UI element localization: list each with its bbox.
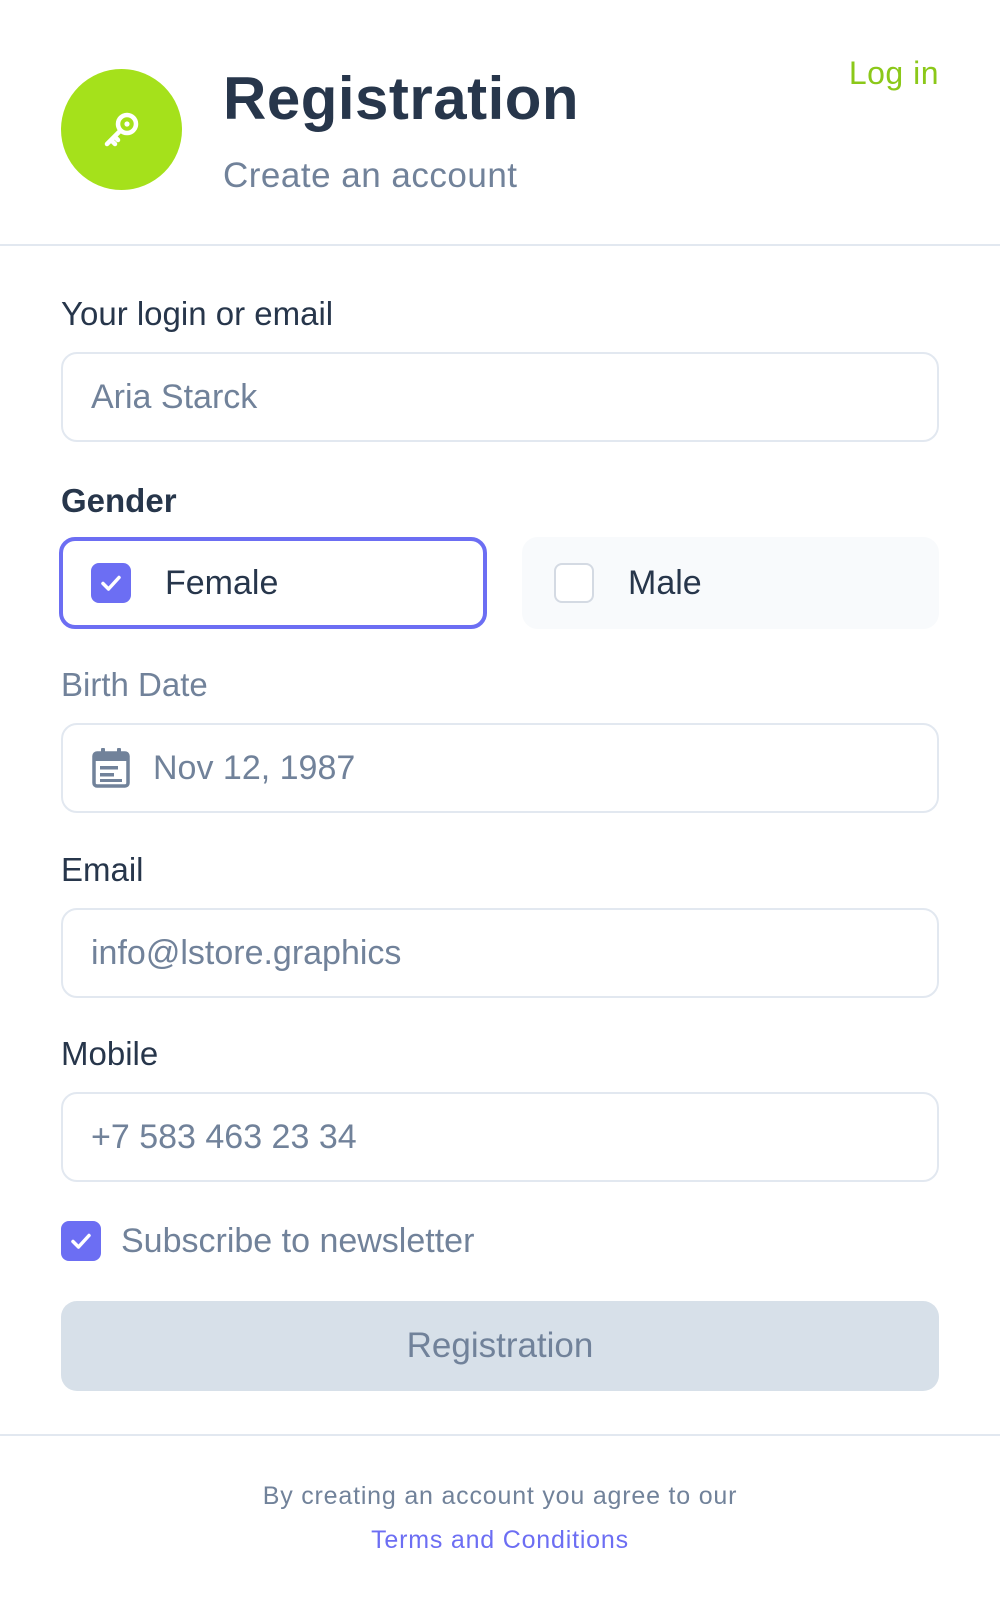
terms-note: By creating an account you agree to our <box>262 1482 738 1510</box>
email-label: Email <box>61 851 144 888</box>
birth-date-label: Birth Date <box>61 666 208 703</box>
registration-page: Registration Create an account Log in Yo… <box>0 0 1000 1616</box>
key-icon <box>104 112 138 146</box>
email-field[interactable]: info@lstore.graphics <box>61 908 939 998</box>
male-label: Male <box>628 563 702 602</box>
terms-link[interactable]: Terms and Conditions <box>0 1526 1000 1555</box>
login-label: Your login or email <box>61 295 334 332</box>
female-label: Female <box>165 563 279 602</box>
check-icon <box>101 575 121 591</box>
male-checkbox[interactable] <box>554 563 594 603</box>
page-title: Registration <box>223 65 580 132</box>
logo <box>61 69 182 190</box>
calendar-icon <box>92 748 130 788</box>
mobile-label: Mobile <box>61 1035 159 1072</box>
gender-label: Gender <box>61 482 177 519</box>
login-link[interactable]: Log in <box>849 55 939 92</box>
footer-divider <box>0 1434 1000 1436</box>
registration-button[interactable]: Registration <box>61 1301 939 1391</box>
newsletter-label: Subscribe to newsletter <box>121 1221 475 1260</box>
login-input-value: Aria Starck <box>91 377 258 416</box>
mobile-value: +7 583 463 23 34 <box>91 1117 357 1156</box>
header: Registration Create an account Log in <box>0 0 1000 246</box>
gender-option-female[interactable]: Female <box>59 537 487 629</box>
login-input[interactable]: Aria Starck <box>61 352 939 442</box>
female-checkbox[interactable] <box>91 563 131 603</box>
birth-date-input[interactable]: Nov 12, 1987 <box>61 723 939 813</box>
page-subtitle: Create an account <box>223 156 518 195</box>
newsletter-option[interactable]: Subscribe to newsletter <box>61 1221 474 1261</box>
gender-option-male[interactable]: Male <box>522 537 939 629</box>
newsletter-checkbox[interactable] <box>61 1221 101 1261</box>
birth-date-value: Nov 12, 1987 <box>153 748 356 787</box>
email-value: info@lstore.graphics <box>91 933 402 972</box>
mobile-field[interactable]: +7 583 463 23 34 <box>61 1092 939 1182</box>
check-icon <box>71 1233 91 1249</box>
